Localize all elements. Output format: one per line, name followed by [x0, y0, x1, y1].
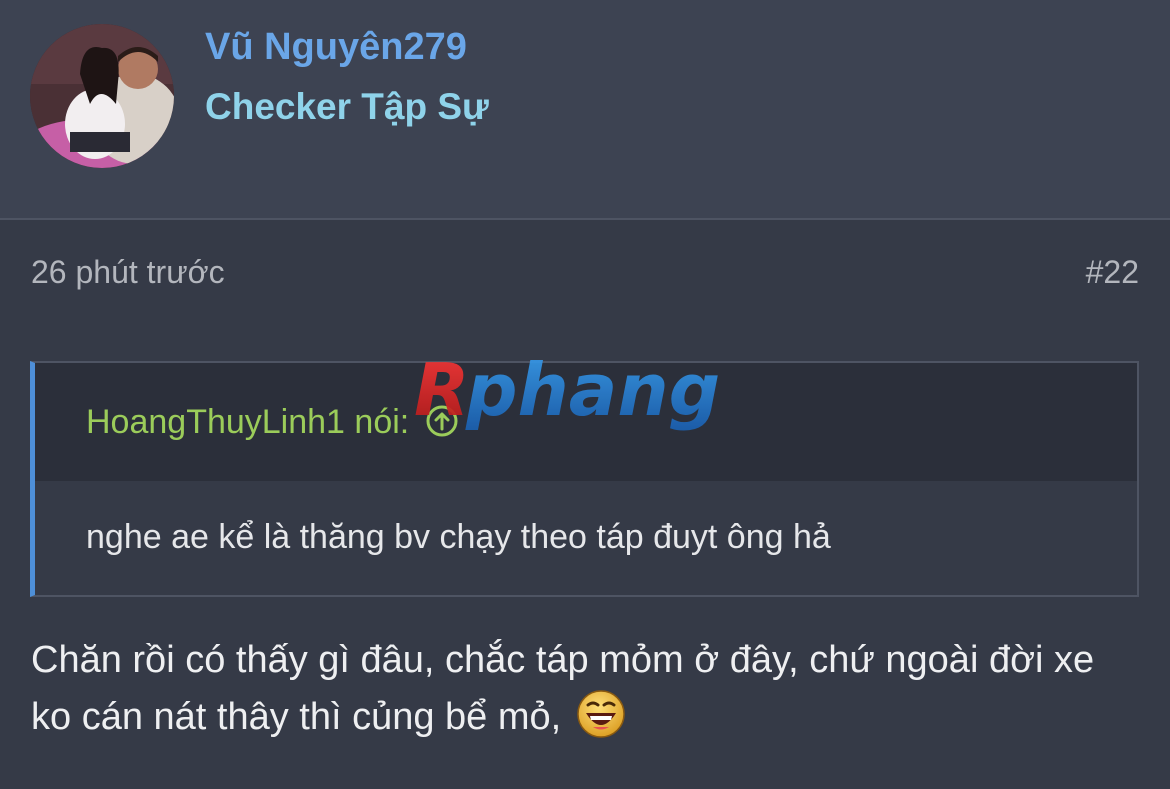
user-title: Checker Tập Sự: [205, 86, 489, 127]
post-timestamp[interactable]: 26 phút trước: [31, 254, 225, 291]
svg-text:phang: phang: [465, 348, 720, 432]
quote-said-label: nói:: [354, 403, 410, 441]
svg-text:R: R: [414, 348, 469, 432]
forum-post: Vũ Nguyên279 Checker Tập Sự 26 phút trướ…: [0, 0, 1170, 789]
quote-attribution: HoangThuyLinh1 nói:: [86, 403, 459, 442]
avatar-photo-icon: [30, 24, 174, 168]
watermark-logo: R phang: [408, 345, 764, 445]
user-header: Vũ Nguyên279 Checker Tập Sự: [0, 0, 1170, 220]
quote-author-name[interactable]: HoangThuyLinh1: [86, 403, 345, 441]
post-number[interactable]: #22: [1086, 254, 1139, 291]
quote-text: nghe ae kể là thăng bv chạy theo táp đuy…: [86, 518, 831, 556]
post-message: Chăn rồi có thấy gì đâu, chắc táp mỏm ở …: [31, 632, 1141, 746]
laughing-face-icon: [576, 689, 626, 739]
username[interactable]: Vũ Nguyên279: [205, 26, 467, 69]
avatar[interactable]: [30, 24, 174, 168]
post-message-text: Chăn rồi có thấy gì đâu, chắc táp mỏm ở …: [31, 639, 1095, 738]
